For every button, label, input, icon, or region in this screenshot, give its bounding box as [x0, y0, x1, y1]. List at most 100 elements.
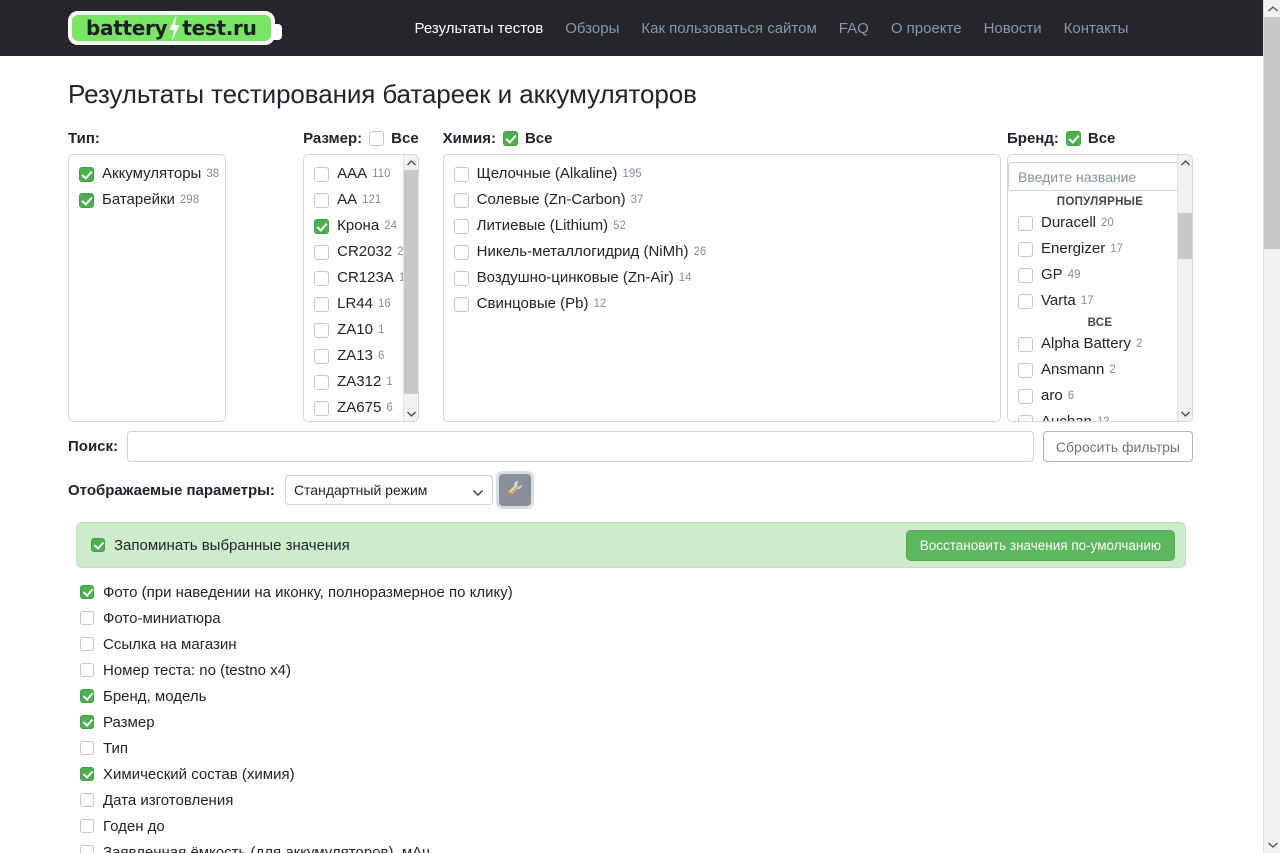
brand-list-scrollbar[interactable]: [1177, 155, 1192, 421]
brand-search-input[interactable]: [1008, 162, 1192, 191]
scroll-thumb[interactable]: [404, 170, 419, 394]
filter-size-item[interactable]: LR4416: [304, 291, 418, 317]
filter-type-item-checkbox[interactable]: [79, 193, 94, 208]
display-option-row[interactable]: Тип: [80, 735, 1263, 761]
filter-chemistry-item[interactable]: Никель-металлогидрид (NiMh)26: [444, 239, 1000, 265]
display-option-row[interactable]: Дата изготовления: [80, 787, 1263, 813]
display-option-row[interactable]: Фото-миниатюра: [80, 605, 1263, 631]
nav-item-reviews[interactable]: Обзоры: [554, 20, 630, 37]
size-list-scrollbar[interactable]: [403, 155, 418, 421]
nav-item-results[interactable]: Результаты тестов: [404, 20, 555, 37]
scroll-down-icon[interactable]: [404, 406, 419, 421]
nav-item-howto[interactable]: Как пользоваться сайтом: [630, 20, 827, 37]
filter-type-item[interactable]: Аккумуляторы38: [69, 161, 225, 187]
filter-brand-item[interactable]: GP49: [1008, 262, 1192, 288]
filter-brand-all-checkbox[interactable]: [1066, 131, 1081, 146]
filter-chemistry-item[interactable]: Воздушно-цинковые (Zn-Air)14: [444, 265, 1000, 291]
filter-brand-item[interactable]: Energizer17: [1008, 236, 1192, 262]
filter-brand-item-checkbox[interactable]: [1018, 363, 1033, 378]
filter-brand-item-checkbox[interactable]: [1018, 294, 1033, 309]
filter-chemistry-all-checkbox[interactable]: [503, 131, 518, 146]
filter-chemistry-item-checkbox[interactable]: [454, 193, 469, 208]
display-option-row[interactable]: Фото (при наведении на иконку, полноразм…: [80, 579, 1263, 605]
filter-size-item[interactable]: CR123A14: [304, 265, 418, 291]
display-option-checkbox[interactable]: [80, 663, 94, 677]
filter-brand-item[interactable]: Alpha Battery2: [1008, 331, 1192, 357]
filter-size-item[interactable]: ZA101: [304, 317, 418, 343]
filter-brand-item-checkbox[interactable]: [1018, 415, 1033, 423]
filter-brand-item-checkbox[interactable]: [1018, 216, 1033, 231]
display-option-checkbox[interactable]: [80, 689, 94, 703]
filter-size-item-checkbox[interactable]: [314, 167, 329, 182]
display-option-row[interactable]: Номер теста: no (testno x4): [80, 657, 1263, 683]
filter-brand-item[interactable]: Ansmann2: [1008, 357, 1192, 383]
display-option-checkbox[interactable]: [80, 637, 94, 651]
display-option-row[interactable]: Размер: [80, 709, 1263, 735]
filter-size-item-checkbox[interactable]: [314, 375, 329, 390]
filter-chemistry-item-checkbox[interactable]: [454, 219, 469, 234]
filter-size-item-checkbox[interactable]: [314, 219, 329, 234]
display-mode-select[interactable]: Стандартный режим: [285, 475, 493, 505]
display-option-checkbox[interactable]: [80, 611, 94, 625]
filter-type-item-checkbox[interactable]: [79, 167, 94, 182]
filter-brand-item[interactable]: Auchan12: [1008, 409, 1192, 422]
filter-chemistry-item[interactable]: Щелочные (Alkaline)195: [444, 161, 1000, 187]
reset-filters-button[interactable]: Сбросить фильтры: [1043, 431, 1193, 462]
scroll-down-icon[interactable]: [1178, 406, 1193, 421]
scroll-up-icon[interactable]: [404, 155, 419, 170]
scroll-up-icon[interactable]: [1178, 155, 1193, 170]
display-option-checkbox[interactable]: [80, 793, 94, 807]
scroll-thumb[interactable]: [1178, 213, 1193, 259]
filter-type-item[interactable]: Батарейки298: [69, 187, 225, 213]
filter-size-item[interactable]: AA121: [304, 187, 418, 213]
site-logo[interactable]: battery test.ru: [68, 11, 275, 45]
display-option-checkbox[interactable]: [80, 819, 94, 833]
filter-size-item[interactable]: ZA3121: [304, 369, 418, 395]
display-option-row[interactable]: Ссылка на магазин: [80, 631, 1263, 657]
filter-size-item-checkbox[interactable]: [314, 245, 329, 260]
filter-size-item[interactable]: CR203225: [304, 239, 418, 265]
filter-chemistry-item-checkbox[interactable]: [454, 245, 469, 260]
nav-item-about[interactable]: О проекте: [880, 20, 973, 37]
filter-size-item[interactable]: Крона24: [304, 213, 418, 239]
display-option-checkbox[interactable]: [80, 715, 94, 729]
filter-size-item-checkbox[interactable]: [314, 349, 329, 364]
search-input[interactable]: [127, 431, 1034, 462]
filter-size-item-checkbox[interactable]: [314, 401, 329, 416]
display-option-row[interactable]: Бренд, модель: [80, 683, 1263, 709]
page-scrollbar[interactable]: [1263, 0, 1280, 853]
filter-brand-item-checkbox[interactable]: [1018, 337, 1033, 352]
filter-brand-item-checkbox[interactable]: [1018, 389, 1033, 404]
filter-brand-item[interactable]: Varta17: [1008, 288, 1192, 314]
filter-brand-item-checkbox[interactable]: [1018, 268, 1033, 283]
filter-size-all-checkbox[interactable]: [369, 131, 384, 146]
page-scroll-down-icon[interactable]: [1264, 836, 1280, 853]
nav-item-news[interactable]: Новости: [973, 20, 1053, 37]
display-option-checkbox[interactable]: [80, 845, 94, 853]
page-scroll-up-icon[interactable]: [1264, 0, 1280, 17]
filter-chemistry-item[interactable]: Свинцовые (Pb)12: [444, 291, 1000, 317]
display-option-row[interactable]: Заявленная ёмкость (для аккумуляторов), …: [80, 839, 1263, 853]
filter-brand-item-checkbox[interactable]: [1018, 242, 1033, 257]
display-option-checkbox[interactable]: [80, 585, 94, 599]
filter-size-item-checkbox[interactable]: [314, 297, 329, 312]
filter-size-item[interactable]: ZA136: [304, 343, 418, 369]
filter-chemistry-item-checkbox[interactable]: [454, 271, 469, 286]
filter-size-item[interactable]: AAA110: [304, 161, 418, 187]
filter-brand-item[interactable]: Duracell20: [1008, 210, 1192, 236]
settings-tools-button[interactable]: [499, 474, 531, 506]
remember-values-checkbox[interactable]: [91, 538, 105, 552]
restore-defaults-button[interactable]: Восстановить значения по-умолчанию: [906, 530, 1175, 561]
filter-chemistry-item[interactable]: Солевые (Zn-Carbon)37: [444, 187, 1000, 213]
filter-size-item[interactable]: ZA6756: [304, 395, 418, 421]
nav-item-faq[interactable]: FAQ: [828, 20, 880, 37]
filter-chemistry-item-checkbox[interactable]: [454, 297, 469, 312]
filter-size-item-checkbox[interactable]: [314, 193, 329, 208]
display-option-row[interactable]: Годен до: [80, 813, 1263, 839]
filter-brand-item[interactable]: aro6: [1008, 383, 1192, 409]
display-option-checkbox[interactable]: [80, 767, 94, 781]
filter-size-item-checkbox[interactable]: [314, 271, 329, 286]
page-scroll-thumb[interactable]: [1264, 17, 1280, 249]
nav-item-contacts[interactable]: Контакты: [1053, 20, 1140, 37]
filter-chemistry-item[interactable]: Литиевые (Lithium)52: [444, 213, 1000, 239]
